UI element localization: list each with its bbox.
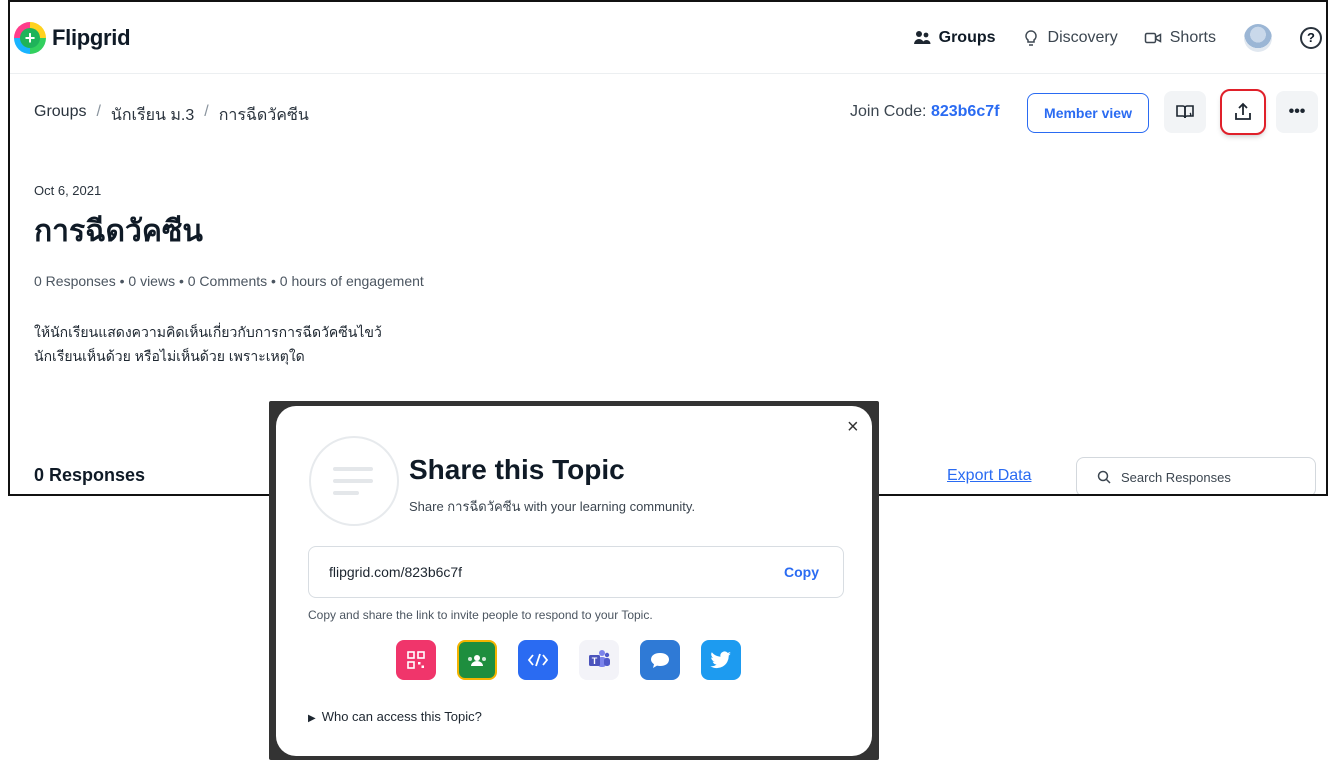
topic-title: การฉีดวัคซีน [34,215,203,248]
remind-button[interactable] [640,640,680,680]
flipgrid-logo[interactable]: + Flipgrid [14,22,131,54]
topic-description-line: นักเรียนเห็นด้วย หรือไม่เห็นด้วย เพราะเห… [34,348,305,364]
breadcrumb-separator: / [96,103,101,120]
caret-right-icon: ▶ [308,713,316,724]
nav-shorts-label: Shorts [1169,29,1216,46]
embed-code-button[interactable] [518,640,558,680]
who-can-access-label: Who can access this Topic? [321,709,482,724]
join-code-label: Join Code: [850,103,927,120]
avatar[interactable] [1244,24,1272,52]
topic-description: ให้นักเรียนแสดงความคิดเห็นเกี่ยวกับการกา… [34,320,382,368]
topic-stats: 0 Responses • 0 views • 0 Comments • 0 h… [34,273,424,289]
join-code-value[interactable]: 823b6c7f [931,103,1000,120]
share-link-url: flipgrid.com/823b6c7f [329,564,463,580]
nav-discovery-label: Discovery [1047,29,1118,46]
breadcrumb-group-name[interactable]: นักเรียน ม.3 [111,103,194,128]
microsoft-teams-button[interactable]: T [579,640,619,680]
modal-title: Share this Topic [409,454,625,485]
export-data-link[interactable]: Export Data [947,467,1031,485]
google-classroom-icon [468,655,486,666]
nav-groups-label: Groups [938,29,996,46]
responses-heading: 0 Responses [34,465,146,485]
share-button[interactable] [1220,89,1266,135]
top-bar: + Flipgrid Groups Discovery Shorts ? [10,2,1326,74]
breadcrumb: Groups / นักเรียน ม.3 / การฉีดวัคซีน [34,103,309,128]
breadcrumb-topic: การฉีดวัคซีน [218,107,309,124]
qr-code-icon [407,651,425,669]
search-placeholder: Search Responses [1121,469,1231,485]
topic-thumbnail [309,436,399,526]
breadcrumb-separator: / [204,103,209,120]
main-nav: Groups Discovery Shorts ? [887,24,1322,52]
app-name: Flipgrid [52,25,131,50]
nav-discovery[interactable]: Discovery [1022,29,1118,47]
twitter-icon [710,651,731,669]
close-icon[interactable]: × [847,416,859,439]
svg-text:T: T [592,656,598,666]
search-responses-input[interactable]: Search Responses [1076,457,1316,494]
twitter-button[interactable] [701,640,741,680]
video-camera-icon [1144,32,1161,44]
topic-date: Oct 6, 2021 [34,183,102,198]
google-classroom-button[interactable] [457,640,497,680]
modal-subtitle: Share การฉีดวัคซีน with your learning co… [409,499,696,514]
groups-icon [913,31,931,44]
nav-shorts[interactable]: Shorts [1144,29,1216,47]
immersive-reader-button[interactable] [1164,91,1206,133]
breadcrumb-groups[interactable]: Groups [34,103,86,128]
more-options-button[interactable]: ••• [1276,91,1318,133]
member-view-button[interactable]: Member view [1027,93,1149,133]
lightbulb-icon [1024,30,1037,46]
qr-code-button[interactable] [396,640,436,680]
share-upload-icon [1235,102,1251,120]
search-icon [1097,470,1111,484]
help-icon[interactable]: ? [1300,27,1322,49]
immersive-reader-icon [1176,105,1194,119]
share-link-field[interactable]: flipgrid.com/823b6c7f Copy [308,546,844,598]
share-topic-modal: × Share this Topic Share การฉีดวัคซีน wi… [276,406,872,756]
who-can-access-toggle[interactable]: ▶ Who can access this Topic? [308,709,482,724]
embed-code-icon [527,653,549,667]
join-code: Join Code: 823b6c7f [850,103,999,121]
topic-description-line: ให้นักเรียนแสดงความคิดเห็นเกี่ยวกับการกา… [34,324,382,340]
share-hint: Copy and share the link to invite people… [308,608,653,622]
flipgrid-logo-icon: + [14,22,46,54]
microsoft-teams-icon: T [589,650,610,667]
copy-link-button[interactable]: Copy [784,564,819,580]
nav-groups[interactable]: Groups [913,29,996,47]
more-icon: ••• [1288,103,1306,120]
remind-chat-icon [651,653,669,668]
share-options: T [396,640,741,680]
